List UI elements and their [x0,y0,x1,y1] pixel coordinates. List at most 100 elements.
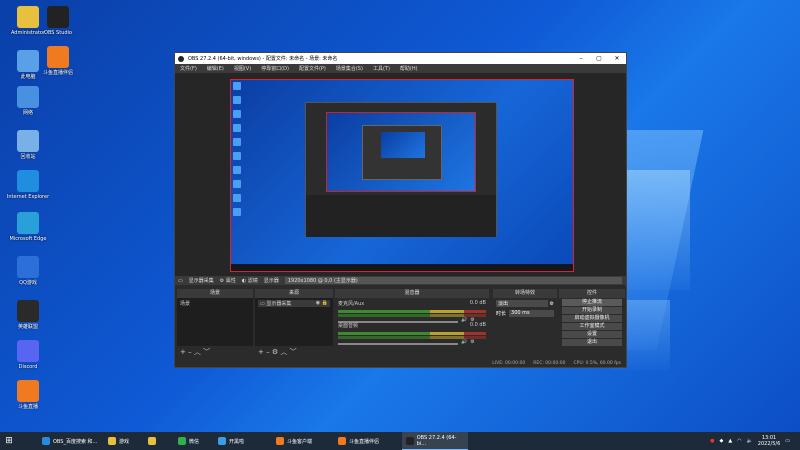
menu-item[interactable]: 编辑(E) [202,65,229,72]
status-bar: LIVE: 00:00:00 REC: 00:00:00 CPU: 0.5%, … [175,359,626,367]
app-icon [178,437,186,445]
app-icon [148,437,156,445]
menu-bar: 文件(F) 编辑(E) 视图(V) 停靠窗口(D) 配置文件(P) 场景集合(S) 工具(T… [175,64,626,73]
gear-icon[interactable]: ⚙ [272,348,278,356]
filters-button[interactable]: ◐ 滤镜 [242,277,258,284]
volume-icon[interactable]: 🔈 [747,438,753,444]
desktop-icon-label: 英雄联盟 [17,324,38,330]
sources-header: 来源 [255,289,333,298]
desktop-icon[interactable]: 回收站 [4,130,52,160]
maximize-button[interactable]: ▢ [590,55,608,62]
taskbar-item[interactable]: 开黑啦 [214,432,272,450]
duration-input[interactable]: 300 ms [509,310,554,317]
tray-icon[interactable]: ● [710,438,714,444]
taskbar-item[interactable]: 游戏 [104,432,144,450]
desktop-icon[interactable]: Microsoft Edge [4,212,52,242]
tray-icon[interactable]: ◆ [719,438,723,444]
taskbar-item[interactable]: OBS_百度搜索 和... [38,432,104,450]
taskbar-item-label: 微信 [189,438,200,445]
close-button[interactable]: ✕ [608,55,626,62]
control-button[interactable]: 启动虚拟摄像机 [562,315,622,322]
controls-dock: 控件 停止推流 开始录制 启动虚拟摄像机 工作室模式 设置 退出 [559,289,625,359]
notification-icon[interactable]: ▭ [785,438,790,444]
speaker-icon[interactable]: 🔊 [461,317,467,323]
up-icon[interactable]: ︿ [280,348,287,356]
app-icon [17,300,39,322]
windows-start-icon[interactable]: ⊞ [0,432,18,450]
taskbar-item[interactable]: 微信 [174,432,214,450]
desktop-icon[interactable]: Internet Explorer [4,170,52,200]
up-icon[interactable]: ︿ [194,348,201,356]
mixer-track-mic: 麦克风/Aux 0.0 dB 🔊 ⚙ [338,300,486,323]
minimize-button[interactable]: – [572,55,590,62]
lock-icon[interactable]: 🔒 [322,300,328,306]
source-item[interactable]: ▭ 显示器采集 ◉ 🔒 [258,300,330,307]
scenes-toolbar: + – ︿ ﹀ [177,346,253,358]
scene-item[interactable]: 场景 [180,300,250,307]
down-icon[interactable]: ﹀ [203,348,210,356]
rec-status: REC: 00:00:00 [533,360,566,366]
add-icon[interactable]: + [180,348,186,356]
preview-area [175,73,626,276]
cpu-status: CPU: 0.5%, 60.00 fps [573,360,622,366]
volume-slider[interactable] [338,342,458,345]
add-icon[interactable]: + [258,348,264,356]
menu-item[interactable]: 视图(V) [229,65,256,72]
app-icon [17,170,39,192]
system-tray: ● ◆ ▲ ◠ 🔈 13:01 2022/5/6 ▭ [710,432,790,450]
control-button[interactable]: 退出 [562,339,622,346]
properties-button[interactable]: ⚙ 属性 [220,277,236,284]
app-icon [17,380,39,402]
menu-item[interactable]: 配置文件(P) [294,65,331,72]
taskbar-item[interactable]: 斗鱼直播伴侣 [334,432,402,450]
obs-titlebar: OBS 27.2.4 (64-bit, windows) - 配置文件: 未命名… [175,53,626,64]
desktop-icon-label: 斗鱼直播 [17,404,38,410]
app-icon [42,437,50,445]
control-button[interactable]: 开始录制 [562,307,622,314]
taskbar-item[interactable] [144,432,174,450]
volume-meter [338,332,486,335]
menu-item[interactable]: 工具(T) [368,65,395,72]
desktop-icon[interactable]: 斗鱼直播 [4,380,52,410]
down-icon[interactable]: ﹀ [290,348,297,356]
clock[interactable]: 13:01 2022/5/6 [758,435,780,447]
desktop-icon[interactable]: 英雄联盟 [4,300,52,330]
desktop-icon[interactable]: 网络 [4,86,52,116]
taskbar-item[interactable]: 斗鱼客户端 [272,432,334,450]
app-icon [17,256,39,278]
eye-icon[interactable]: ◉ [316,300,320,306]
desktop-icon[interactable]: QQ游戏 [4,256,52,286]
desktop-icon-label: OBS Studio [44,30,72,36]
menu-item[interactable]: 场景集合(S) [331,65,368,72]
app-icon [406,436,414,445]
desktop-icon[interactable]: OBS Studio [34,6,82,36]
speaker-icon[interactable]: 🔊 [461,339,467,345]
desktop-icon-label: 斗鱼直播伴侣 [42,70,73,76]
source-name: 显示器采集 [188,278,214,284]
menu-item[interactable]: 文件(F) [175,65,202,72]
remove-icon[interactable]: – [266,348,270,356]
control-button[interactable]: 停止推流 [562,299,622,306]
window-title: OBS 27.2.4 (64-bit, windows) - 配置文件: 未命名… [188,56,338,62]
transition-select[interactable]: 淡出 [496,300,548,307]
preview-canvas[interactable] [230,79,574,272]
control-button[interactable]: 工作室模式 [562,323,622,330]
desktop-icon[interactable]: 斗鱼直播伴侣 [34,46,82,76]
gear-icon[interactable]: ⚙ [470,339,474,345]
control-button[interactable]: 设置 [562,331,622,338]
monitor-icon: ▭ [178,277,183,284]
app-icon [47,46,69,68]
menu-item[interactable]: 停靠窗口(D) [256,65,294,72]
mixer-dock: 混音器 麦克风/Aux 0.0 dB 🔊 ⚙ 桌面音频 0.0 dB 🔊 ⚙ [335,289,489,359]
display-select[interactable]: 1920x1080 @ 0,0 (主显示器) [284,277,622,284]
display-label: 显示器 [263,278,279,284]
wifi-icon[interactable]: ◠ [737,438,741,444]
gear-icon[interactable]: ⚙ [550,301,554,307]
menu-item[interactable]: 帮助(H) [395,65,423,72]
taskbar-item[interactable]: OBS 27.2.4 (64-bi... [402,432,468,450]
desktop-icon[interactable]: Discord [4,340,52,370]
tray-icon[interactable]: ▲ [728,438,732,444]
sources-dock: 来源 ▭ 显示器采集 ◉ 🔒 + – ⚙ ︿ ﹀ [255,289,333,359]
scenes-dock: 场景 场景 + – ︿ ﹀ [177,289,253,359]
remove-icon[interactable]: – [188,348,192,356]
